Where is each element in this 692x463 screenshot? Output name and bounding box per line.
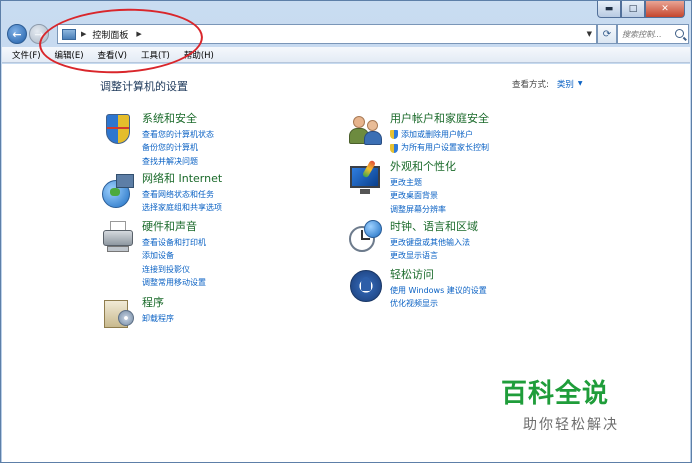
refresh-button[interactable]: ⟳ bbox=[597, 24, 617, 44]
category-link[interactable]: 查看网络状态和任务 bbox=[142, 188, 222, 201]
search-icon[interactable] bbox=[675, 29, 684, 38]
category-link[interactable]: 更改桌面背景 bbox=[390, 189, 456, 202]
category-title[interactable]: 程序 bbox=[142, 294, 174, 310]
search-box bbox=[617, 24, 689, 44]
page-title: 调整计算机的设置 bbox=[100, 80, 188, 93]
programs-box-icon[interactable] bbox=[100, 296, 136, 332]
menu-bar: 文件(F) 编辑(E) 查看(V) 工具(T) 帮助(H) bbox=[2, 47, 690, 63]
search-input[interactable] bbox=[622, 29, 674, 39]
category-user-accounts: 用户帐户和家庭安全 添加或删除用户帐户 为所有用户设置家长控制 bbox=[348, 112, 489, 155]
view-by: 查看方式: 类别 ▼ bbox=[512, 78, 583, 90]
address-bar[interactable]: ▶ 控制面板 ▶ ▼ bbox=[57, 24, 597, 44]
category-title[interactable]: 时钟、语言和区域 bbox=[390, 218, 478, 234]
category-link[interactable]: 选择家庭组和共享选项 bbox=[142, 201, 222, 214]
users-icon[interactable] bbox=[348, 112, 384, 148]
view-by-label: 查看方式: bbox=[512, 80, 549, 90]
watermark-title: 百科全说 bbox=[501, 379, 610, 409]
control-panel-icon bbox=[62, 28, 76, 40]
category-title[interactable]: 硬件和声音 bbox=[142, 218, 206, 234]
category-link[interactable]: 添加设备 bbox=[142, 249, 206, 262]
forward-button[interactable]: → bbox=[29, 24, 49, 44]
caption-buttons: ▬ □ ✕ bbox=[597, 1, 685, 18]
category-title[interactable]: 轻松访问 bbox=[390, 266, 487, 282]
category-link[interactable]: 使用 Windows 建议的设置 bbox=[390, 284, 487, 297]
uac-shield-icon bbox=[390, 143, 398, 153]
menu-help[interactable]: 帮助(H) bbox=[184, 49, 214, 61]
category-link[interactable]: 为所有用户设置家长控制 bbox=[390, 141, 489, 154]
control-panel-window: ▬ □ ✕ ← → ▶ 控制面板 ▶ ▼ ⟳ 文件(F) 编辑(E) 查看(V)… bbox=[0, 0, 692, 463]
category-programs: 程序 卸载程序 bbox=[100, 296, 174, 332]
network-globe-icon[interactable] bbox=[100, 172, 136, 208]
category-title[interactable]: 外观和个性化 bbox=[390, 158, 456, 174]
breadcrumb-control-panel[interactable]: 控制面板 bbox=[92, 28, 128, 41]
view-by-selector[interactable]: 类别 bbox=[557, 78, 574, 90]
category-link[interactable]: 调整常用移动设置 bbox=[142, 276, 206, 289]
category-clock-language: 时钟、语言和区域 更改键盘或其他输入法 更改显示语言 bbox=[348, 220, 478, 263]
category-link[interactable]: 更改主题 bbox=[390, 176, 456, 189]
link-text: 为所有用户设置家长控制 bbox=[401, 143, 489, 153]
category-title[interactable]: 网络和 Internet bbox=[142, 170, 222, 186]
category-link[interactable]: 添加或删除用户帐户 bbox=[390, 128, 489, 141]
category-link[interactable]: 卸载程序 bbox=[142, 312, 174, 325]
link-text: 添加或删除用户帐户 bbox=[401, 130, 473, 139]
maximize-button[interactable]: □ bbox=[621, 1, 645, 18]
security-shield-icon[interactable] bbox=[100, 112, 136, 148]
menu-edit[interactable]: 编辑(E) bbox=[55, 49, 84, 61]
category-link[interactable]: 更改键盘或其他输入法 bbox=[390, 236, 478, 249]
category-link[interactable]: 查找并解决问题 bbox=[142, 155, 214, 168]
category-title[interactable]: 系统和安全 bbox=[142, 110, 214, 126]
menu-view[interactable]: 查看(V) bbox=[98, 49, 127, 61]
category-link[interactable]: 调整屏幕分辨率 bbox=[390, 203, 456, 216]
breadcrumb-separator-icon[interactable]: ▶ bbox=[81, 30, 86, 38]
minimize-button[interactable]: ▬ bbox=[597, 1, 621, 18]
category-title[interactable]: 用户帐户和家庭安全 bbox=[390, 110, 489, 126]
accessibility-icon[interactable] bbox=[348, 268, 384, 304]
category-hardware-sound: 硬件和声音 查看设备和打印机 添加设备 连接到投影仪 调整常用移动设置 bbox=[100, 220, 206, 290]
back-arrow-icon: ← bbox=[12, 27, 22, 41]
category-link[interactable]: 更改显示语言 bbox=[390, 249, 478, 262]
category-link[interactable]: 查看您的计算机状态 bbox=[142, 128, 214, 141]
category-ease-of-access: 轻松访问 使用 Windows 建议的设置 优化视频显示 bbox=[348, 268, 487, 311]
view-by-dropdown-icon[interactable]: ▼ bbox=[578, 80, 583, 90]
clock-globe-icon[interactable] bbox=[348, 220, 384, 256]
category-link[interactable]: 优化视频显示 bbox=[390, 297, 487, 310]
refresh-icon: ⟳ bbox=[602, 28, 612, 40]
back-button[interactable]: ← bbox=[7, 24, 27, 44]
category-link[interactable]: 备份您的计算机 bbox=[142, 141, 214, 154]
category-link[interactable]: 连接到投影仪 bbox=[142, 263, 206, 276]
forward-arrow-icon: → bbox=[34, 27, 44, 41]
breadcrumb-expand-icon[interactable]: ▶ bbox=[136, 30, 141, 38]
appearance-monitor-icon[interactable] bbox=[348, 159, 384, 196]
uac-shield-icon bbox=[390, 130, 398, 140]
printer-icon[interactable] bbox=[100, 220, 136, 256]
close-button[interactable]: ✕ bbox=[645, 1, 685, 18]
category-system-security: 系统和安全 查看您的计算机状态 备份您的计算机 查找并解决问题 bbox=[100, 112, 214, 168]
menu-file[interactable]: 文件(F) bbox=[12, 49, 41, 61]
menu-tools[interactable]: 工具(T) bbox=[141, 49, 170, 61]
category-network-internet: 网络和 Internet 查看网络状态和任务 选择家庭组和共享选项 bbox=[100, 172, 222, 215]
category-appearance: 外观和个性化 更改主题 更改桌面背景 调整屏幕分辨率 bbox=[348, 158, 456, 216]
watermark: 百科全说 助你轻松解决 bbox=[501, 373, 651, 434]
category-link[interactable]: 查看设备和打印机 bbox=[142, 236, 206, 249]
watermark-subtitle: 助你轻松解决 bbox=[523, 417, 619, 433]
navigation-bar: ← → ▶ 控制面板 ▶ ▼ ⟳ bbox=[5, 21, 689, 47]
address-dropdown-icon[interactable]: ▼ bbox=[587, 30, 592, 38]
